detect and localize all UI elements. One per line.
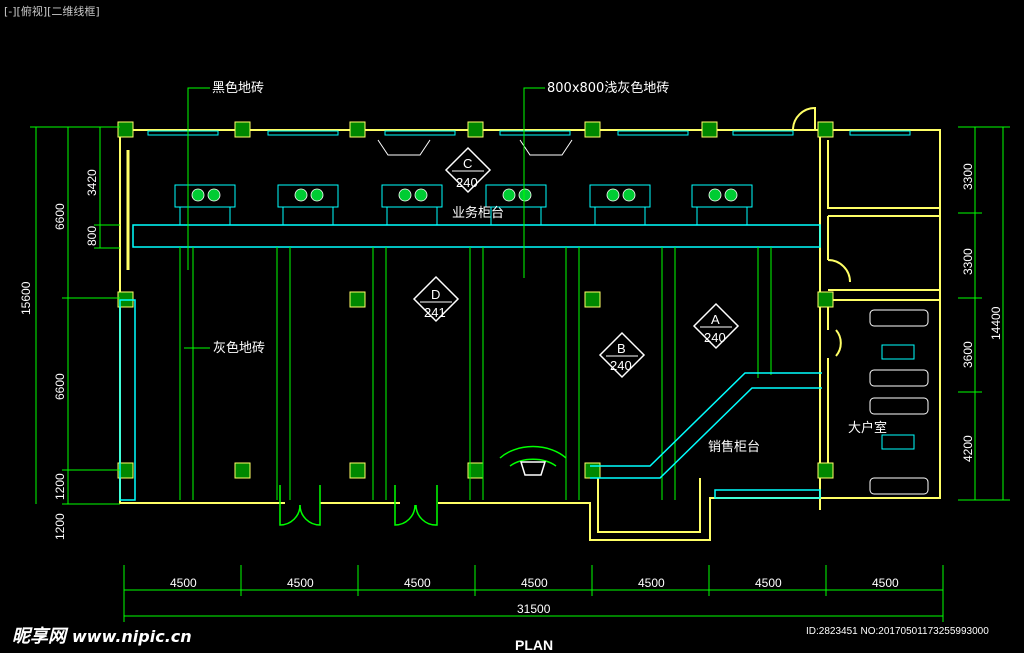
watermark: 昵享网 www.nipic.cn xyxy=(12,622,192,648)
left-dim-3: 1200 xyxy=(53,473,67,500)
desk-chairs xyxy=(191,188,738,202)
bottom-dim-3: 4500 xyxy=(404,576,431,590)
ceiling-fixtures xyxy=(377,139,573,156)
left-dim-1: 6600 xyxy=(53,203,67,230)
elevation-tag-c: C 240 xyxy=(444,146,492,194)
bottom-dim-4: 4500 xyxy=(521,576,548,590)
watermark-url: www.nipic.cn xyxy=(72,627,192,646)
bottom-dim-7: 4500 xyxy=(872,576,899,590)
left-dim-4: 1200 xyxy=(53,513,67,540)
floor-strips xyxy=(179,247,772,500)
elevation-tag-a-number: 240 xyxy=(704,330,726,345)
gray-tile-label: 灰色地砖 xyxy=(213,340,265,356)
sales-counter-label: 销售柜台 xyxy=(708,439,760,455)
watermark-brand: 昵享网 xyxy=(12,626,66,647)
image-id-label: ID:2823451 NO:20170501173255993000 xyxy=(806,626,989,637)
left-inner-dim-1: 3420 xyxy=(85,169,99,196)
entrance-doors xyxy=(279,485,438,526)
service-counter-label: 业务柜台 xyxy=(452,205,504,221)
bottom-dim-1: 4500 xyxy=(170,576,197,590)
left-inner-dim-2: 800 xyxy=(85,226,99,246)
sales-counter-shape xyxy=(590,372,822,499)
top-windows xyxy=(147,130,911,136)
elevation-tag-b-number: 240 xyxy=(610,358,632,373)
elevation-tag-a: A 240 xyxy=(692,302,740,350)
left-dim-2: 6600 xyxy=(53,373,67,400)
right-dim-3: 3600 xyxy=(961,341,975,368)
right-dim-total: 14400 xyxy=(989,306,1003,340)
elevation-tag-a-letter: A xyxy=(711,312,720,327)
left-dim-total: 15600 xyxy=(19,281,33,315)
elevation-tag-c-letter: C xyxy=(463,156,472,171)
right-dim-2: 3300 xyxy=(961,248,975,275)
elevation-tag-d-number: 241 xyxy=(424,305,446,320)
right-rooms xyxy=(792,106,940,470)
bottom-dim-2: 4500 xyxy=(287,576,314,590)
bottom-dim-5: 4500 xyxy=(638,576,665,590)
bottom-dim-total: 31500 xyxy=(517,602,551,616)
elevation-tag-b-letter: B xyxy=(617,341,626,356)
light-gray-tile-label: 800x800浅灰色地砖 xyxy=(547,80,669,96)
right-dim-4: 4200 xyxy=(961,435,975,462)
bottom-dim-6: 4500 xyxy=(755,576,782,590)
black-tile-label: 黑色地砖 xyxy=(212,80,264,96)
vip-furniture xyxy=(869,309,929,495)
vip-room-label: 大户室 xyxy=(848,420,887,436)
elevation-tag-c-number: 240 xyxy=(456,175,478,190)
left-dimension-lines xyxy=(30,126,120,505)
floor-plan-drawing: 黑色地砖 800x800浅灰色地砖 业务柜台 灰色地砖 销售柜台 大户室 C 2… xyxy=(19,80,1010,622)
elevation-tag-b: B 240 xyxy=(598,331,646,379)
right-dim-1: 3300 xyxy=(961,163,975,190)
elevation-tag-d-letter: D xyxy=(431,287,440,302)
elevation-tag-d: D 241 xyxy=(412,275,460,323)
reception-desk xyxy=(499,445,567,476)
